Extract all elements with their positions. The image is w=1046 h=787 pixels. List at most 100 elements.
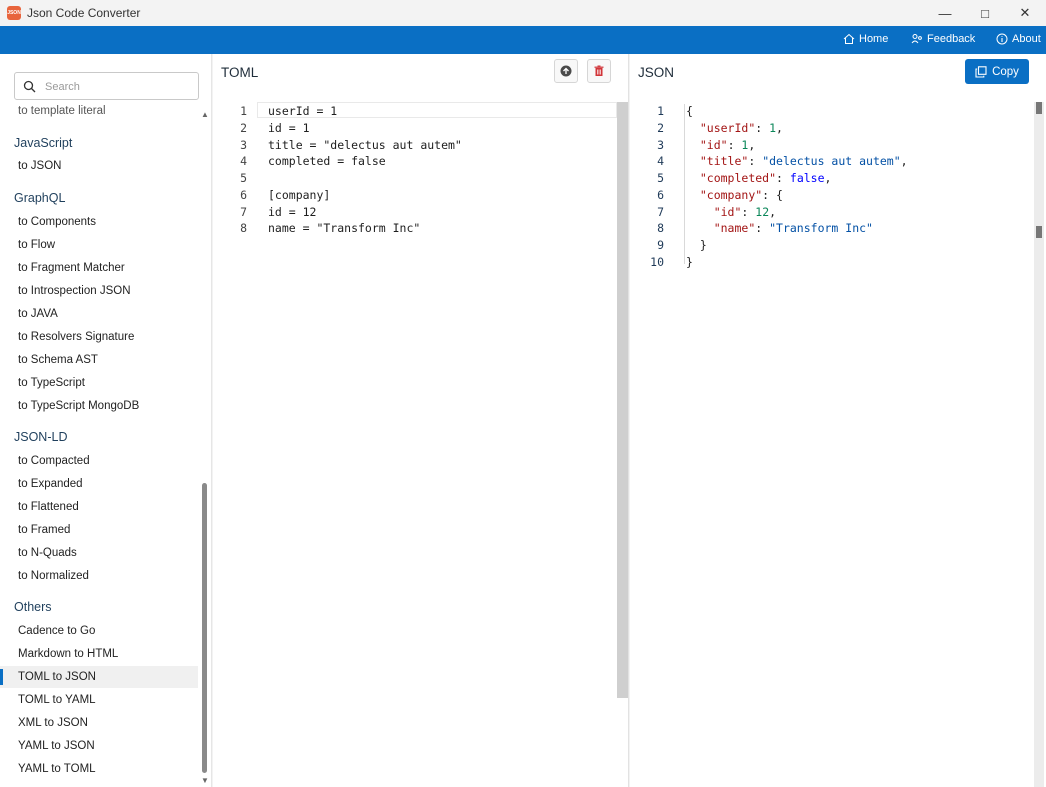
code-line: name = "Transform Inc" (268, 221, 421, 235)
scroll-marker (1036, 102, 1042, 114)
toml-input-pane: TOML 1 2 3 4 5 6 7 8 userId = 1 id = 1 t… (213, 54, 629, 787)
sidebar-item-to-n-quads[interactable]: to N-Quads (0, 542, 198, 564)
section-title-graphql: GraphQL (14, 191, 66, 205)
code-line: "title": "delectus aut autem", (699, 154, 908, 168)
sidebar-scroll-thumb[interactable] (202, 483, 207, 773)
copy-button[interactable]: Copy (965, 59, 1029, 84)
toml-pane-header: TOML (213, 54, 628, 92)
sidebar-item-to-fragment-matcher[interactable]: to Fragment Matcher (0, 257, 198, 279)
code-line: "completed": false, (699, 171, 832, 185)
sidebar-item-to-typescript-mongodb[interactable]: to TypeScript MongoDB (0, 395, 198, 417)
upload-button[interactable] (554, 59, 578, 83)
maximize-button[interactable]: □ (965, 0, 1005, 26)
title-bar: JSON Json Code Converter — □ ✕ (0, 0, 1046, 26)
sidebar-item-to-flattened[interactable]: to Flattened (0, 496, 198, 518)
scroll-up-icon[interactable]: ▲ (201, 110, 209, 119)
minimize-button[interactable]: — (925, 0, 965, 26)
search-input[interactable] (43, 77, 193, 97)
line-number: 5 (657, 171, 664, 185)
home-icon (843, 33, 855, 44)
line-number: 7 (657, 205, 664, 219)
nav-feedback[interactable]: Feedback (911, 33, 975, 45)
code-line: "id": 12, (713, 205, 777, 219)
code-line: "company": { (699, 188, 783, 202)
window-title: Json Code Converter (27, 6, 141, 20)
line-number: 6 (240, 188, 247, 202)
nav-home[interactable]: Home (843, 33, 888, 45)
scroll-marker (1036, 226, 1042, 238)
indent-guide (684, 104, 685, 264)
sidebar-item-to-flow[interactable]: to Flow (0, 234, 198, 256)
json-editor-scrollbar[interactable] (1034, 102, 1044, 787)
json-editor[interactable]: 1 2 3 4 5 6 7 8 9 10 { "userId": 1, "id"… (630, 100, 1046, 787)
scroll-down-icon[interactable]: ▼ (201, 776, 209, 785)
feedback-icon (911, 34, 922, 44)
code-line: id = 1 (268, 121, 310, 135)
json-pane-header: JSON Copy (630, 54, 1046, 92)
nav-about[interactable]: About (996, 33, 1041, 45)
sidebar-item-toml-to-json[interactable]: TOML to JSON (0, 666, 198, 688)
line-number: 1 (240, 104, 247, 118)
code-line: completed = false (268, 154, 386, 168)
code-line: "id": 1, (699, 138, 756, 152)
code-line: } (686, 238, 707, 252)
close-button[interactable]: ✕ (1005, 0, 1045, 26)
code-line: [company] (268, 188, 331, 202)
nav-about-label: About (1012, 33, 1041, 45)
search-box (14, 72, 199, 100)
line-number: 9 (657, 238, 664, 252)
toml-editor[interactable]: 1 2 3 4 5 6 7 8 userId = 1 id = 1 title … (213, 100, 628, 787)
sidebar-item-to-typescript[interactable]: to TypeScript (0, 372, 198, 394)
sidebar-item-yaml-to-toml[interactable]: YAML to TOML (0, 758, 198, 780)
nav-home-label: Home (859, 33, 889, 45)
sidebar-item-to-framed[interactable]: to Framed (0, 519, 198, 541)
sidebar-item-to-java[interactable]: to JAVA (0, 303, 198, 325)
line-number: 2 (657, 121, 664, 135)
upload-icon (560, 65, 572, 77)
sidebar-item-template-literal[interactable]: to template literal (0, 100, 198, 122)
line-number: 3 (240, 138, 247, 152)
section-title-json-ld: JSON-LD (14, 430, 68, 444)
toml-pane-title: TOML (221, 65, 259, 80)
sidebar: to template literal JavaScript to JSON G… (0, 54, 212, 787)
copy-button-label: Copy (992, 65, 1019, 78)
clear-button[interactable] (587, 59, 611, 83)
sidebar-item-cadence-to-go[interactable]: Cadence to Go (0, 620, 198, 642)
line-number: 4 (657, 154, 664, 168)
sidebar-item-to-compacted[interactable]: to Compacted (0, 450, 198, 472)
sidebar-item-to-normalized[interactable]: to Normalized (0, 565, 198, 587)
code-line: userId = 1 (268, 104, 338, 118)
search-icon (23, 80, 36, 93)
section-title-others: Others (14, 600, 52, 614)
sidebar-item-js-to-json[interactable]: to JSON (0, 155, 198, 177)
line-number: 7 (240, 205, 247, 219)
copy-icon (975, 65, 987, 78)
nav-feedback-label: Feedback (927, 33, 976, 45)
sidebar-item-to-expanded[interactable]: to Expanded (0, 473, 198, 495)
code-line: { (686, 104, 693, 118)
sidebar-item-to-components[interactable]: to Components (0, 211, 198, 233)
toml-editor-scrollbar[interactable] (617, 102, 628, 698)
line-number: 2 (240, 121, 247, 135)
line-number: 6 (657, 188, 664, 202)
sidebar-item-to-schema-ast[interactable]: to Schema AST (0, 349, 198, 371)
line-number: 3 (657, 138, 664, 152)
sidebar-scrollbar[interactable]: ▲ ▼ (200, 110, 210, 787)
line-number: 4 (240, 154, 247, 168)
code-line: title = "delectus aut autem" (268, 138, 462, 152)
sidebar-item-xml-to-json[interactable]: XML to JSON (0, 712, 198, 734)
info-icon (996, 33, 1008, 45)
sidebar-item-toml-to-yaml[interactable]: TOML to YAML (0, 689, 198, 711)
code-line: id = 12 (268, 205, 317, 219)
sidebar-item-to-resolvers-signature[interactable]: to Resolvers Signature (0, 326, 198, 348)
code-line: "name": "Transform Inc" (713, 221, 873, 235)
top-nav-bar: Home Feedback About (0, 26, 1046, 54)
sidebar-item-markdown-to-html[interactable]: Markdown to HTML (0, 643, 198, 665)
json-output-pane: JSON Copy 1 2 3 4 5 6 7 8 9 10 { "userId… (630, 54, 1046, 787)
sidebar-item-to-introspection-json[interactable]: to Introspection JSON (0, 280, 198, 302)
line-number: 8 (240, 221, 247, 235)
line-number: 1 (657, 104, 664, 118)
sidebar-item-yaml-to-json[interactable]: YAML to JSON (0, 735, 198, 757)
json-pane-title: JSON (638, 65, 675, 80)
line-number: 10 (650, 255, 664, 269)
